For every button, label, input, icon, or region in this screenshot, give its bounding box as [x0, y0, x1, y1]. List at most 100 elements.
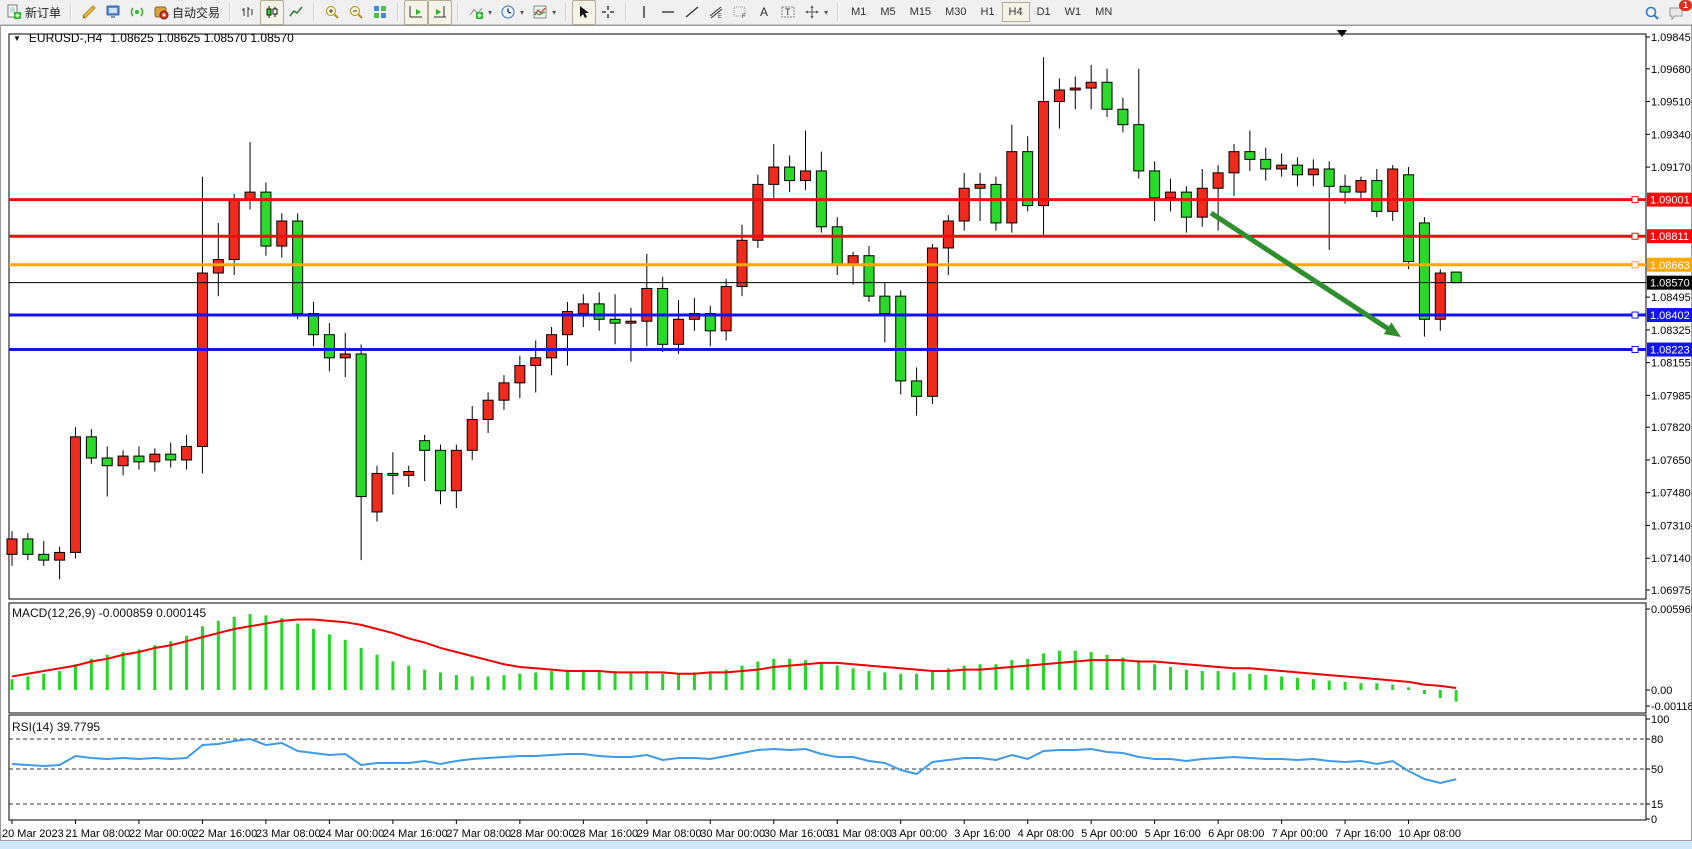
- search-button[interactable]: [1640, 0, 1664, 25]
- y-axis-tick-label: 1.09680: [1651, 64, 1691, 76]
- x-axis-date-label[interactable]: 3 Apr 16:00: [954, 828, 1010, 840]
- horizontal-line-button[interactable]: [656, 0, 680, 25]
- indicators-button[interactable]: ▾: [464, 0, 496, 25]
- timeframe-m30-button[interactable]: M30: [938, 2, 973, 22]
- chart-shift-button[interactable]: [428, 0, 452, 25]
- tile-windows-button[interactable]: [368, 0, 392, 25]
- candle: [912, 381, 922, 396]
- x-axis-date-label[interactable]: 21 Mar 08:00: [65, 828, 130, 840]
- x-axis-date-label[interactable]: 22 Mar 00:00: [129, 828, 194, 840]
- auto-scroll-button[interactable]: [404, 0, 428, 25]
- y-axis-tick-label: 1.08155: [1651, 358, 1691, 370]
- metaeditor-button[interactable]: [77, 0, 101, 25]
- price-chart-canvas[interactable]: 1.098451.096801.095101.093401.091701.084…: [1, 26, 1692, 842]
- text-label-button[interactable]: T: [776, 0, 800, 25]
- toolbar-separator: [229, 3, 231, 21]
- candle: [959, 188, 969, 221]
- candle: [880, 296, 890, 313]
- toolbar-separator: [837, 3, 839, 21]
- broadcast-button[interactable]: [125, 0, 149, 25]
- x-axis-date-label[interactable]: 29 Mar 08:00: [637, 828, 702, 840]
- x-axis-date-label[interactable]: 6 Apr 08:00: [1208, 828, 1264, 840]
- candle-chart-button[interactable]: [260, 0, 284, 25]
- candle: [1229, 152, 1239, 173]
- timeframe-m15-button[interactable]: M15: [903, 2, 938, 22]
- chevron-down-icon[interactable]: ▾: [488, 8, 492, 17]
- bar-chart-button[interactable]: [236, 0, 260, 25]
- line-chart-button[interactable]: [284, 0, 308, 25]
- timeframe-h4-button[interactable]: H4: [1002, 2, 1030, 22]
- chevron-down-icon[interactable]: ▾: [824, 8, 828, 17]
- candle: [975, 184, 985, 188]
- x-axis-date-label[interactable]: 31 Mar 08:00: [827, 828, 892, 840]
- periods-button[interactable]: ▾: [496, 0, 528, 25]
- trendline-button[interactable]: [680, 0, 704, 25]
- timeframe-h1-button[interactable]: H1: [973, 2, 1001, 22]
- fibonacci-button[interactable]: E: [704, 0, 728, 25]
- macd-pane[interactable]: [9, 603, 1646, 713]
- rsi-axis-label: 0: [1651, 814, 1657, 826]
- line-handle[interactable]: [1632, 312, 1638, 318]
- x-axis-date-label[interactable]: 24 Mar 16:00: [383, 828, 448, 840]
- line-handle[interactable]: [1632, 197, 1638, 203]
- chart-shift-icon: [432, 4, 448, 20]
- x-axis-date-label[interactable]: 20 Mar 2023: [2, 828, 64, 840]
- candle: [991, 184, 1001, 223]
- x-axis-date-label[interactable]: 3 Apr 00:00: [891, 828, 947, 840]
- candle: [1197, 188, 1207, 217]
- templates-button[interactable]: ▾: [528, 0, 560, 25]
- candle: [499, 383, 509, 400]
- cursor-button[interactable]: [572, 0, 596, 25]
- chevron-down-icon[interactable]: ▾: [520, 8, 524, 17]
- x-axis-date-label[interactable]: 4 Apr 08:00: [1018, 828, 1074, 840]
- x-axis-date-label[interactable]: 24 Mar 00:00: [319, 828, 384, 840]
- candle: [1102, 82, 1112, 109]
- chart-window[interactable]: 1.098451.096801.095101.093401.091701.084…: [0, 25, 1692, 841]
- x-axis-date-label[interactable]: 5 Apr 16:00: [1145, 828, 1201, 840]
- vertical-line-button[interactable]: [632, 0, 656, 25]
- x-axis-date-label[interactable]: 28 Mar 00:00: [510, 828, 575, 840]
- timeframe-mn-button[interactable]: MN: [1088, 2, 1119, 22]
- autotrading-button[interactable]: 自动交易: [149, 0, 224, 25]
- shapes-button[interactable]: ▾: [800, 0, 832, 25]
- editor-icon: [81, 4, 97, 20]
- terminal-button[interactable]: [101, 0, 125, 25]
- candle: [1086, 82, 1096, 88]
- timeframe-m1-button[interactable]: M1: [844, 2, 873, 22]
- zoom-out-button[interactable]: [344, 0, 368, 25]
- candle: [483, 400, 493, 419]
- x-axis-date-label[interactable]: 22 Mar 16:00: [192, 828, 257, 840]
- candle: [864, 256, 874, 296]
- chevron-down-icon[interactable]: ▾: [552, 8, 556, 17]
- candle: [70, 437, 80, 553]
- text-button[interactable]: A: [752, 0, 776, 25]
- line-handle[interactable]: [1632, 233, 1638, 239]
- x-axis-date-label[interactable]: 5 Apr 00:00: [1081, 828, 1137, 840]
- x-axis-date-label[interactable]: 7 Apr 16:00: [1335, 828, 1391, 840]
- svg-text:T: T: [785, 7, 791, 17]
- grid-button[interactable]: F: [728, 0, 752, 25]
- timeframe-w1-button[interactable]: W1: [1058, 2, 1089, 22]
- line-handle[interactable]: [1632, 347, 1638, 353]
- candle: [531, 358, 541, 366]
- crosshair-button[interactable]: [596, 0, 620, 25]
- timeframe-d1-button[interactable]: D1: [1030, 2, 1058, 22]
- y-axis-tick-label: 1.08495: [1651, 292, 1691, 304]
- candle: [1007, 152, 1017, 223]
- svg-text:F: F: [742, 14, 746, 20]
- community-button[interactable]: 1: [1664, 0, 1688, 25]
- x-axis-date-label[interactable]: 23 Mar 08:00: [256, 828, 321, 840]
- new-order-button[interactable]: 新订单: [2, 0, 65, 25]
- autotrading-label: 自动交易: [172, 4, 220, 21]
- chart-dropdown-icon[interactable]: ▼: [13, 34, 21, 43]
- line-handle[interactable]: [1632, 262, 1638, 268]
- x-axis-date-label[interactable]: 10 Apr 08:00: [1399, 828, 1461, 840]
- x-axis-date-label[interactable]: 30 Mar 16:00: [764, 828, 829, 840]
- x-axis-date-label[interactable]: 28 Mar 16:00: [573, 828, 638, 840]
- timeframe-m5-button[interactable]: M5: [873, 2, 902, 22]
- candle: [467, 419, 477, 450]
- x-axis-date-label[interactable]: 27 Mar 08:00: [446, 828, 511, 840]
- x-axis-date-label[interactable]: 30 Mar 00:00: [700, 828, 765, 840]
- zoom-in-button[interactable]: [320, 0, 344, 25]
- x-axis-date-label[interactable]: 7 Apr 00:00: [1272, 828, 1328, 840]
